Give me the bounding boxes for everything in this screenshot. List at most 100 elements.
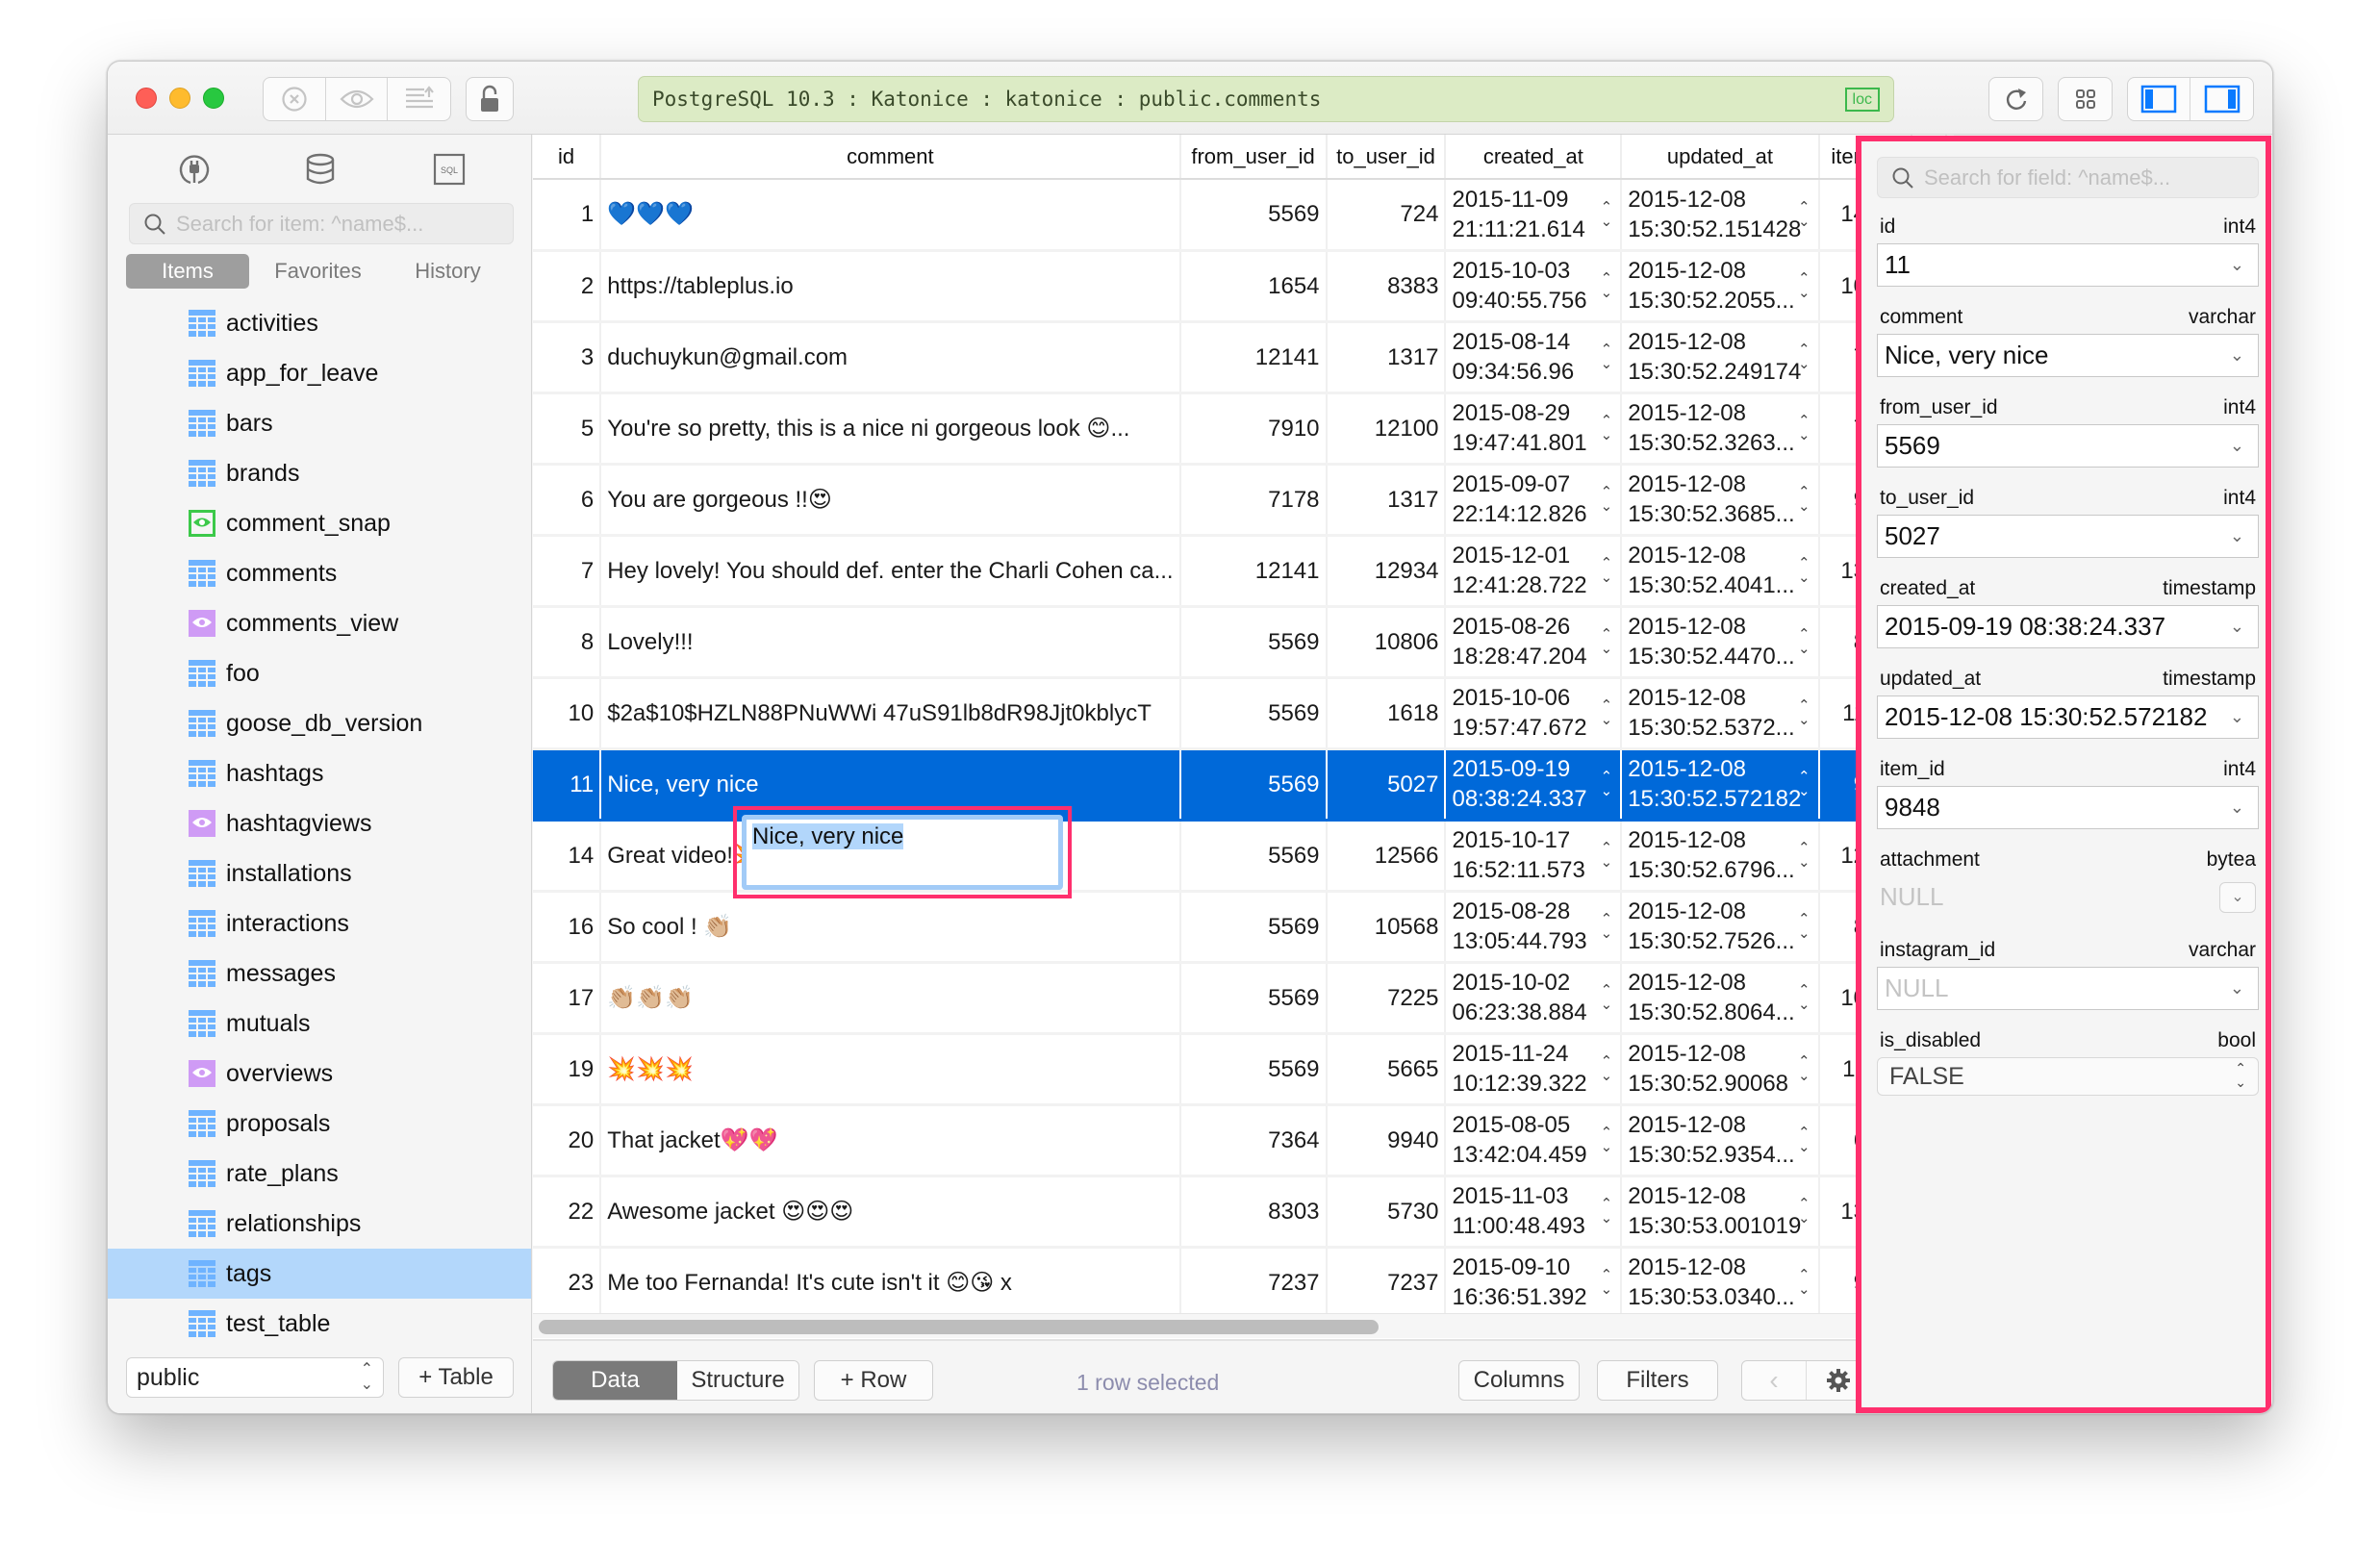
cell-id[interactable]: 23 <box>533 1247 602 1313</box>
cell-to-user-id[interactable]: 12100 <box>1326 392 1447 466</box>
cell-id[interactable]: 1 <box>533 179 602 252</box>
cell-from-user-id[interactable]: 7178 <box>1179 464 1328 537</box>
sidebar-item-tags[interactable]: tags <box>108 1249 531 1299</box>
data-tab[interactable]: Data <box>553 1361 677 1400</box>
table-row[interactable]: 22 Awesome jacket 😍😍😍 8303 5730 2015-11-03 11… <box>533 1176 1947 1249</box>
stepper-icon[interactable]: ⌃ ⌄ <box>1601 1125 1613 1154</box>
cell-id[interactable]: 3 <box>533 321 602 394</box>
cell-to-user-id[interactable]: 8383 <box>1326 250 1447 323</box>
lock-button[interactable] <box>467 78 513 120</box>
table-row[interactable]: 5 You're so pretty, this is a nice ni gor… <box>533 392 1947 466</box>
cell-updated-at[interactable]: 2015-12-08 15:30:53.0340... ⌃ ⌄ <box>1621 1247 1820 1313</box>
column-header-comment[interactable]: comment <box>600 135 1181 180</box>
cell-updated-at[interactable]: 2015-12-08 15:30:52.2055... ⌃ ⌄ <box>1621 250 1820 323</box>
discard-changes-button[interactable] <box>264 78 326 120</box>
sidebar-item-interactions[interactable]: interactions <box>108 898 531 948</box>
cell-updated-at[interactable]: 2015-12-08 15:30:52.3263... ⌃ ⌄ <box>1621 392 1820 466</box>
cell-from-user-id[interactable]: 7237 <box>1179 1247 1328 1313</box>
cell-comment[interactable]: Hey lovely! You should def. enter the Ch… <box>600 535 1181 608</box>
cell-created-at[interactable]: 2015-08-29 19:47:41.801 ⌃ ⌄ <box>1445 392 1623 466</box>
stepper-icon[interactable]: ⌃ ⌄ <box>1798 342 1810 371</box>
stepper-icon[interactable]: ⌃ ⌄ <box>1798 200 1810 229</box>
cell-id[interactable]: 20 <box>533 1104 602 1177</box>
sidebar-search-input[interactable] <box>176 211 503 237</box>
cell-updated-at[interactable]: 2015-12-08 15:30:52.9354... ⌃ ⌄ <box>1621 1104 1820 1177</box>
cell-created-at[interactable]: 2015-12-01 12:41:28.722 ⌃ ⌄ <box>1445 535 1623 608</box>
stepper-icon[interactable]: ⌃ ⌄ <box>1798 983 1810 1012</box>
cell-id[interactable]: 10 <box>533 677 602 750</box>
open-anything-button[interactable] <box>2059 78 2112 120</box>
table-row[interactable]: 16 So cool ! 👏🏼 5569 10568 2015-08-28 13:05:4… <box>533 891 1947 964</box>
sidebar-item-hashtags[interactable]: hashtags <box>108 748 531 798</box>
stepper-icon[interactable]: ⌃ ⌄ <box>1601 414 1613 443</box>
sidebar-item-goose-db-version[interactable]: goose_db_version <box>108 698 531 748</box>
cell-created-at[interactable]: 2015-10-02 06:23:38.884 ⌃ ⌄ <box>1445 962 1623 1035</box>
cell-updated-at[interactable]: 2015-12-08 15:30:52.3685... ⌃ ⌄ <box>1621 464 1820 537</box>
commit-changes-button[interactable] <box>388 78 450 120</box>
column-header-updated-at[interactable]: updated_at <box>1621 135 1820 180</box>
sidebar-item-app-for-leave[interactable]: app_for_leave <box>108 348 531 398</box>
stepper-icon[interactable]: ⌃ ⌄ <box>1601 841 1613 870</box>
stepper-icon[interactable]: ⌃ ⌄ <box>1601 271 1613 300</box>
cell-from-user-id[interactable]: 7364 <box>1179 1104 1328 1177</box>
cell-id[interactable]: 17 <box>533 962 602 1035</box>
cell-from-user-id[interactable]: 5569 <box>1179 962 1328 1035</box>
stepper-icon[interactable]: ⌃ ⌄ <box>1798 1125 1810 1154</box>
database-tab[interactable] <box>299 148 342 190</box>
cell-comment[interactable]: Awesome jacket 😍😍😍 <box>600 1176 1181 1249</box>
stepper-icon[interactable]: ⌃ ⌄ <box>1601 627 1613 656</box>
cell-comment[interactable]: 💙💙💙 <box>600 179 1181 252</box>
sidebar-item-mutuals[interactable]: mutuals <box>108 999 531 1049</box>
previous-page-button[interactable]: ‹ <box>1742 1361 1807 1400</box>
cell-updated-at[interactable]: 2015-12-08 15:30:52.572182 ⌃ ⌄ <box>1621 748 1820 822</box>
cell-comment[interactable]: Lovely!!! <box>600 606 1181 679</box>
column-header-from-user-id[interactable]: from_user_id <box>1179 135 1328 180</box>
cell-updated-at[interactable]: 2015-12-08 15:30:52.151428 ⌃ ⌄ <box>1621 179 1820 252</box>
cell-created-at[interactable]: 2015-08-26 18:28:47.204 ⌃ ⌄ <box>1445 606 1623 679</box>
cell-updated-at[interactable]: 2015-12-08 15:30:52.4041... ⌃ ⌄ <box>1621 535 1820 608</box>
cell-to-user-id[interactable]: 10568 <box>1326 891 1447 964</box>
sidebar-item-comment-snap[interactable]: comment_snap <box>108 498 531 548</box>
cell-id[interactable]: 7 <box>533 535 602 608</box>
table-row[interactable]: 6 You are gorgeous !!😍 7178 1317 2015-09-07 2… <box>533 464 1947 537</box>
horizontal-scroll-thumb[interactable] <box>539 1320 1379 1334</box>
column-header-id[interactable]: id <box>533 135 602 180</box>
cell-created-at[interactable]: 2015-09-10 16:36:51.392 ⌃ ⌄ <box>1445 1247 1623 1313</box>
cell-created-at[interactable]: 2015-09-07 22:14:12.826 ⌃ ⌄ <box>1445 464 1623 537</box>
stepper-icon[interactable]: ⌃ ⌄ <box>1798 485 1810 514</box>
stepper-icon[interactable]: ⌃ ⌄ <box>1798 1268 1810 1297</box>
connection-tab[interactable] <box>173 148 215 190</box>
cell-created-at[interactable]: 2015-08-28 13:05:44.793 ⌃ ⌄ <box>1445 891 1623 964</box>
stepper-icon[interactable]: ⌃ ⌄ <box>1798 912 1810 941</box>
cell-to-user-id[interactable]: 5730 <box>1326 1176 1447 1249</box>
stepper-icon[interactable]: ⌃ ⌄ <box>1601 342 1613 371</box>
column-header-to-user-id[interactable]: to_user_id <box>1326 135 1447 180</box>
close-window-button[interactable] <box>136 88 157 109</box>
zoom-window-button[interactable] <box>203 88 224 109</box>
cell-created-at[interactable]: 2015-10-17 16:52:11.573 ⌃ ⌄ <box>1445 820 1623 893</box>
stepper-icon[interactable]: ⌃ ⌄ <box>1601 983 1613 1012</box>
cell-to-user-id[interactable]: 12934 <box>1326 535 1447 608</box>
sidebar-item-foo[interactable]: foo <box>108 648 531 698</box>
cell-comment[interactable]: You are gorgeous !!😍 <box>600 464 1181 537</box>
cell-to-user-id[interactable]: 9940 <box>1326 1104 1447 1177</box>
cell-id[interactable]: 5 <box>533 392 602 466</box>
cell-from-user-id[interactable]: 5569 <box>1179 1033 1328 1106</box>
sidebar-item-test-table[interactable]: test_table <box>108 1299 531 1349</box>
cell-from-user-id[interactable]: 5569 <box>1179 820 1328 893</box>
schema-select[interactable]: public ⌃ ⌄ <box>126 1357 384 1398</box>
stepper-icon[interactable]: ⌃ ⌄ <box>1798 627 1810 656</box>
table-row[interactable]: 10 $2a$10$HZLN88PNuWWi 47uS91lb8dR98Jjt0k… <box>533 677 1947 750</box>
sidebar-item-comments-view[interactable]: comments_view <box>108 598 531 648</box>
sidebar-item-proposals[interactable]: proposals <box>108 1099 531 1149</box>
cell-to-user-id[interactable]: 7225 <box>1326 962 1447 1035</box>
cell-updated-at[interactable]: 2015-12-08 15:30:53.001019 ⌃ ⌄ <box>1621 1176 1820 1249</box>
stepper-icon[interactable]: ⌃ ⌄ <box>1601 1054 1613 1083</box>
sidebar-item-overviews[interactable]: overviews <box>108 1049 531 1099</box>
table-row[interactable]: 17 👏🏼👏🏼👏🏼 5569 7225 2015-10-02 06:23:38.884 ⌃ ⌄… <box>533 962 1947 1035</box>
column-header-created-at[interactable]: created_at <box>1445 135 1623 180</box>
cell-comment[interactable]: Me too Fernanda! It's cute isn't it 😊😘 x <box>600 1247 1181 1313</box>
cell-comment[interactable]: That jacket💖💖 <box>600 1104 1181 1177</box>
cell-to-user-id[interactable]: 1317 <box>1326 464 1447 537</box>
cell-comment[interactable]: $2a$10$HZLN88PNuWWi 47uS91lb8dR98Jjt0kbl… <box>600 677 1181 750</box>
